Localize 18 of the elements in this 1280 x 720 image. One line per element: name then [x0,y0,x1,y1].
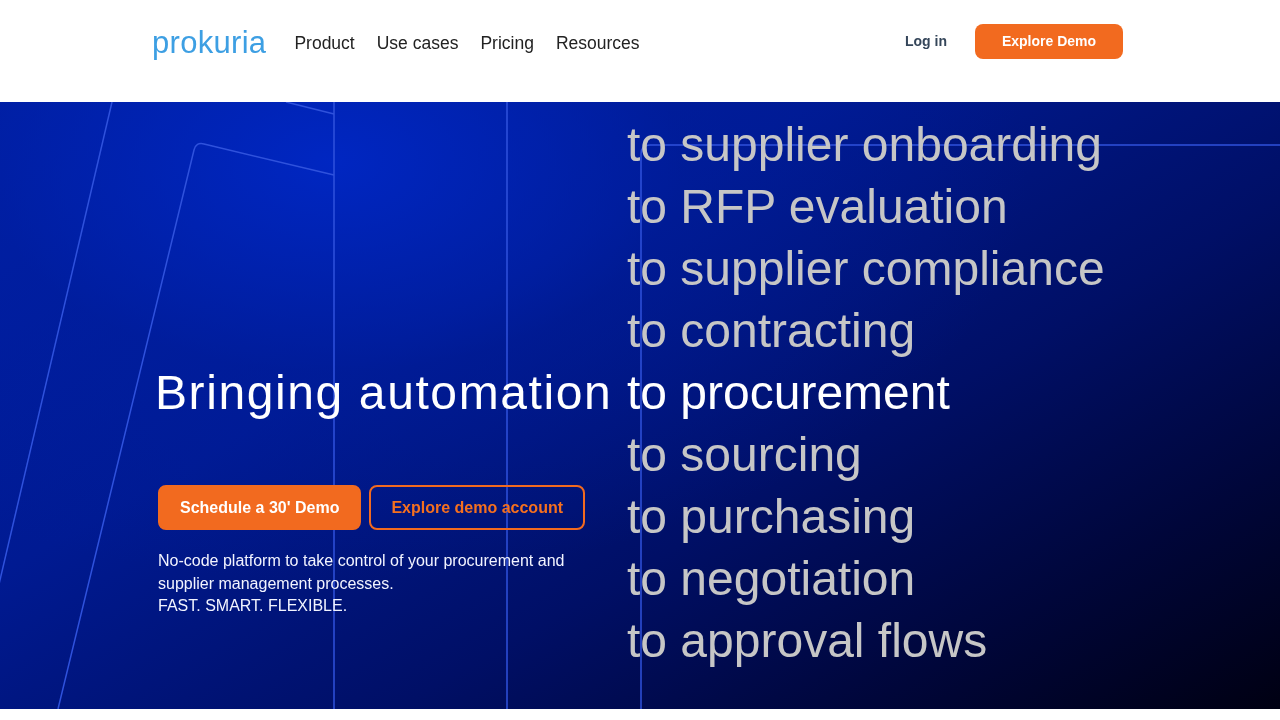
headline-phrase: to supplier compliance [627,241,1105,297]
hero-tagline: FAST. SMART. FLEXIBLE. [158,596,348,616]
nav-link[interactable]: Use cases [376,32,459,54]
headline-phrase: to contracting [627,303,916,359]
nav-link[interactable]: Pricing [480,32,534,54]
headline-phrase: to supplier onboarding [627,117,1102,173]
headline-phrase: to approval flows [627,613,988,669]
headline-phrase: to negotiation [627,551,916,607]
hero-headline: Bringing automation [155,365,613,421]
nav-link[interactable]: Product [294,32,355,54]
headline-phrase: to purchasing [627,489,916,545]
nav-link[interactable]: Resources [555,32,640,54]
headline-phrase: to sourcing [627,427,862,483]
hero-description: No-code platform to take control of your procurement and supplier management processes. [158,551,566,594]
headline-phrase: to procurement [627,365,950,421]
explore-account-button[interactable]: Explore demo account [369,485,585,530]
headline-phrase: to RFP evaluation [627,179,1008,235]
login-link[interactable]: Log in [905,33,947,49]
